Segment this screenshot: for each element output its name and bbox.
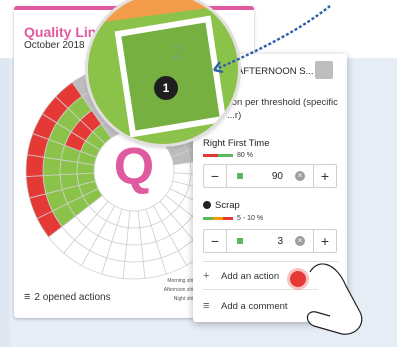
opened-actions-label: 2 opened actions <box>34 292 111 303</box>
rft-stepper[interactable]: − 90 × + <box>203 164 337 188</box>
minus-button[interactable]: − <box>204 230 226 252</box>
range-bar <box>203 154 233 157</box>
add-comment-label: Add a comment <box>221 300 288 312</box>
scrap-value[interactable]: 3 <box>243 236 295 247</box>
shift-color-swatch[interactable] <box>315 61 333 79</box>
range-bar <box>203 217 233 220</box>
metric-range-rft: 80 % <box>203 152 253 159</box>
range-value: 80 % <box>237 152 253 159</box>
rft-value[interactable]: 90 <box>243 171 295 182</box>
wheel-day-cell <box>42 156 62 177</box>
divider <box>226 230 227 252</box>
clear-icon[interactable]: × <box>295 171 305 181</box>
comment-icon: ≡ <box>203 300 210 312</box>
legend-morning-shift: Morning shift <box>167 278 196 284</box>
plus-icon: + <box>203 270 210 282</box>
metric-label-scrap: Scrap <box>203 200 240 211</box>
wheel-day-cell <box>124 244 144 263</box>
bullet-icon <box>203 201 211 209</box>
minus-button[interactable]: − <box>204 165 226 187</box>
action-count-badge: 1 <box>154 76 178 100</box>
plus-button[interactable]: + <box>314 165 336 187</box>
metric-range-scrap: 5 - 10 % <box>203 215 263 222</box>
scrap-label: Scrap <box>215 200 240 211</box>
popup-title: AFTERNOON S... <box>237 66 314 77</box>
clear-icon[interactable]: × <box>295 236 305 246</box>
wheel-day-cell <box>126 227 142 246</box>
background-edge <box>0 58 10 347</box>
magnifier-lens: 2 1 <box>88 0 238 144</box>
divider <box>203 261 339 262</box>
magnified-wheel <box>88 0 238 144</box>
divider <box>203 289 339 290</box>
add-action-label: Add an action <box>221 270 280 282</box>
list-icon: ≡ <box>24 291 31 303</box>
tap-indicator-icon <box>290 271 306 287</box>
wheel-day-cell <box>25 175 47 199</box>
scrap-stepper[interactable]: − 3 × + <box>203 229 337 253</box>
divider <box>226 165 227 187</box>
threshold-description: tion per threshold (specific ...r) <box>227 97 338 121</box>
legend-afternoon-shift: Afternoon shift <box>163 287 196 293</box>
add-action-button[interactable]: + Add an action <box>203 270 279 282</box>
magnified-cell-number: 2 <box>172 42 184 64</box>
range-value: 5 - 10 % <box>237 215 264 222</box>
opened-actions-link[interactable]: ≡ 2 opened actions <box>24 291 111 303</box>
add-comment-button[interactable]: ≡ Add a comment <box>203 300 288 312</box>
metric-label-rft: Right First Time <box>203 138 270 149</box>
plus-button[interactable]: + <box>314 230 336 252</box>
wheel-day-cell <box>122 261 146 280</box>
wheel-logo-letter: Q <box>114 138 154 196</box>
wheel-day-cell <box>25 154 45 177</box>
